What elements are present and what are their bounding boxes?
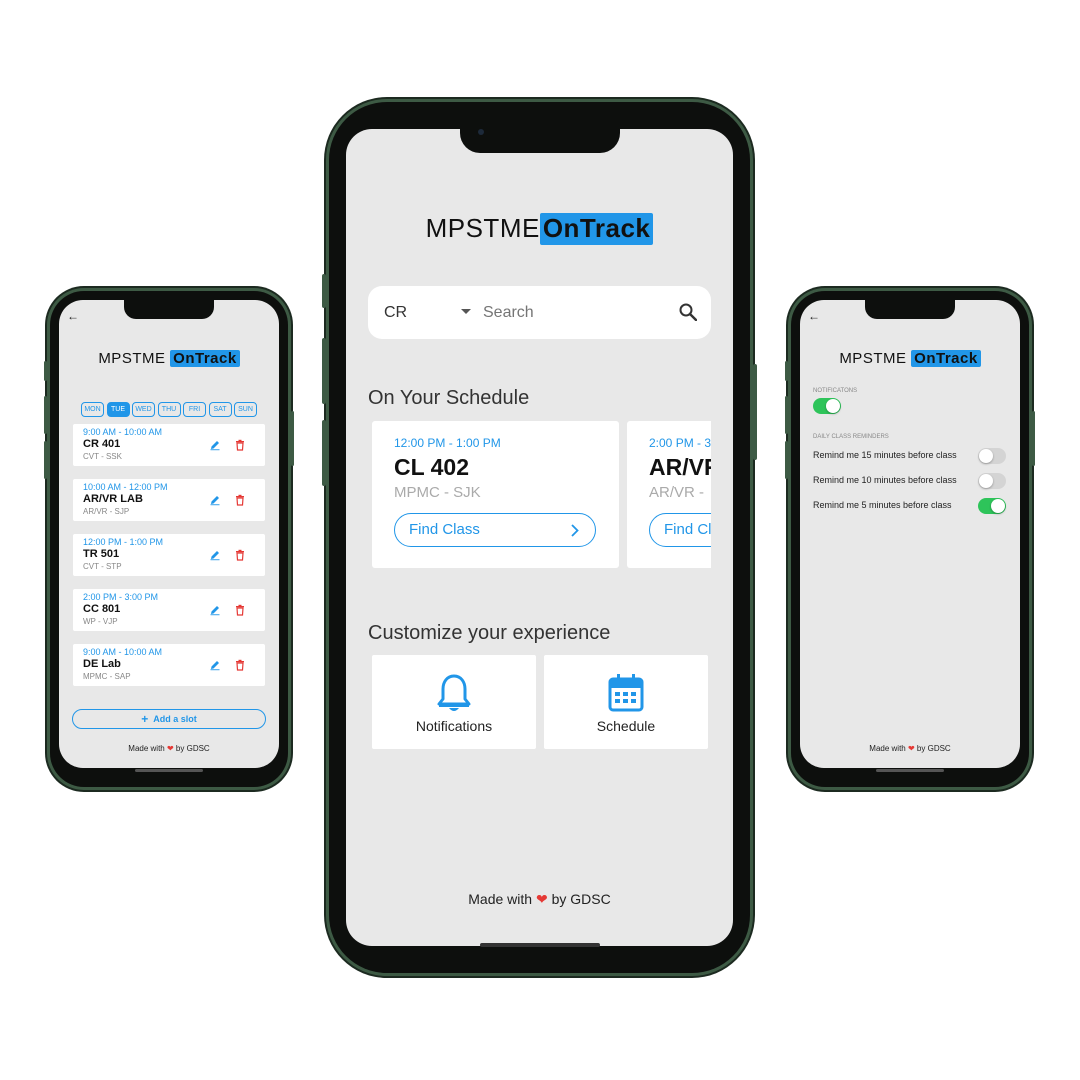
slot-time: 10:00 AM - 12:00 PM: [83, 482, 168, 492]
left-screen: ← MPSTME OnTrack MON TUE WED THU FRI SAT SUN 9…: [59, 300, 279, 768]
slot-course: DE Lab: [83, 658, 121, 670]
delete-trash-icon[interactable]: [234, 549, 246, 561]
footer-text: Made with: [468, 891, 533, 907]
logo-highlight: OnTrack: [911, 350, 981, 367]
edit-pencil-icon[interactable]: [209, 659, 221, 671]
right-phone: ← MPSTME OnTrack NOTIFICATONS DAILY CLAS…: [785, 291, 1035, 787]
schedule-card[interactable]: 2:00 PM - 3 AR/VR AR/VR - Find Cl: [627, 421, 711, 568]
bell-icon: [437, 674, 471, 711]
schedule-time: 2:00 PM - 3: [649, 436, 711, 450]
logo-prefix: MPSTME: [839, 350, 907, 367]
slot-card[interactable]: 12:00 PM - 1:00 PM TR 501 CVT - STP: [73, 534, 265, 576]
slot-card[interactable]: 9:00 AM - 10:00 AM CR 401 CVT - SSK: [73, 424, 265, 466]
back-arrow-icon[interactable]: ←: [808, 309, 820, 323]
main-phone: MPSTMEOnTrack CR On Your Schedule 12:00 …: [322, 102, 757, 973]
reminder-label: Remind me 10 minutes before class: [813, 475, 957, 485]
notifications-label: NOTIFICATONS: [813, 388, 858, 394]
schedule-card[interactable]: 12:00 PM - 1:00 PM CL 402 MPMC - SJK Find C…: [372, 421, 619, 568]
day-pill-sat[interactable]: SAT: [208, 402, 232, 417]
find-class-label: Find Cl: [664, 521, 711, 538]
calendar-icon: [608, 674, 644, 712]
reminder-label: Remind me 5 minutes before class: [813, 500, 952, 510]
slot-room: AR/VR - SJP: [83, 507, 130, 516]
footer-text-end: by GDSC: [551, 891, 611, 907]
footer-text-end: by GDSC: [175, 744, 210, 753]
app-logo: MPSTME OnTrack: [59, 350, 279, 367]
edit-pencil-icon[interactable]: [209, 439, 221, 451]
slot-room: CVT - STP: [83, 562, 122, 571]
day-pill-mon[interactable]: MON: [81, 402, 104, 417]
app-logo: MPSTME OnTrack: [800, 350, 1020, 367]
footer: Made with ❤ by GDSC: [800, 744, 1020, 753]
slot-course: TR 501: [83, 548, 120, 560]
day-pill-fri[interactable]: FRI: [183, 402, 206, 417]
reminder-toggle[interactable]: [978, 473, 1006, 489]
slot-room: WP - VJP: [83, 617, 118, 626]
schedule-tile[interactable]: Schedule: [544, 655, 708, 749]
edit-pencil-icon[interactable]: [209, 604, 221, 616]
heart-icon: ❤: [166, 744, 174, 753]
back-arrow-icon[interactable]: ←: [67, 309, 79, 323]
slot-room: CVT - SSK: [83, 452, 122, 461]
reminder-toggle[interactable]: [978, 498, 1006, 514]
delete-trash-icon[interactable]: [234, 494, 246, 506]
footer-text: Made with: [869, 744, 906, 753]
schedule-room: MPMC - SJK: [394, 484, 481, 501]
slot-time: 9:00 AM - 10:00 AM: [83, 647, 163, 657]
schedule-course: AR/VR: [649, 454, 711, 480]
notifications-toggle[interactable]: [813, 398, 841, 414]
slot-card[interactable]: 9:00 AM - 10:00 AM DE Lab MPMC - SAP: [73, 644, 265, 686]
slot-room: MPMC - SAP: [83, 672, 131, 681]
schedule-room: AR/VR -: [649, 484, 705, 501]
find-class-label: Find Class: [409, 521, 480, 538]
reminder-toggle[interactable]: [978, 448, 1006, 464]
delete-trash-icon[interactable]: [234, 659, 246, 671]
logo-prefix: MPSTME: [98, 350, 166, 367]
delete-trash-icon[interactable]: [234, 439, 246, 451]
delete-trash-icon[interactable]: [234, 604, 246, 616]
schedule-time: 12:00 PM - 1:00 PM: [394, 436, 501, 450]
heart-icon: ❤: [907, 744, 915, 753]
slot-card[interactable]: 2:00 PM - 3:00 PM CC 801 WP - VJP: [73, 589, 265, 631]
logo-highlight: OnTrack: [170, 350, 240, 367]
schedule-tile-label: Schedule: [596, 718, 656, 734]
schedule-course: CL 402: [394, 454, 470, 480]
day-pill-wed[interactable]: WED: [132, 402, 155, 417]
notifications-tile-label: Notifications: [415, 718, 493, 734]
left-phone: ← MPSTME OnTrack MON TUE WED THU FRI SAT SUN 9…: [44, 291, 294, 787]
customize-heading: Customize your experience: [368, 622, 611, 644]
slot-time: 12:00 PM - 1:00 PM: [83, 537, 164, 547]
slot-course: AR/VR LAB: [83, 493, 143, 505]
edit-pencil-icon[interactable]: [209, 494, 221, 506]
chevron-right-icon: [571, 524, 579, 537]
footer: Made with ❤ by GDSC: [346, 891, 733, 908]
heart-icon: ❤: [535, 891, 548, 907]
main-screen: MPSTMEOnTrack CR On Your Schedule 12:00 …: [346, 129, 733, 946]
footer-text-end: by GDSC: [916, 744, 951, 753]
day-pill-thu[interactable]: THU: [157, 402, 181, 417]
day-selector: MON TUE WED THU FRI SAT SUN: [81, 402, 257, 417]
plus-icon: +: [141, 712, 149, 726]
find-class-button[interactable]: Find Class: [394, 513, 596, 547]
reminders-label: DAILY CLASS REMINDERS: [813, 434, 889, 440]
add-slot-label: Add a slot: [153, 714, 197, 724]
mockup-stage: ← MPSTME OnTrack MON TUE WED THU FRI SAT SUN 9…: [0, 0, 1080, 1080]
slot-time: 2:00 PM - 3:00 PM: [83, 592, 159, 602]
notifications-tile[interactable]: Notifications: [372, 655, 536, 749]
right-screen: ← MPSTME OnTrack NOTIFICATONS DAILY CLAS…: [800, 300, 1020, 768]
slot-card[interactable]: 10:00 AM - 12:00 PM AR/VR LAB AR/VR - SJP: [73, 479, 265, 521]
footer: Made with ❤ by GDSC: [59, 744, 279, 753]
footer-text: Made with: [128, 744, 165, 753]
edit-pencil-icon[interactable]: [209, 549, 221, 561]
reminder-label: Remind me 15 minutes before class: [813, 450, 957, 460]
slot-time: 9:00 AM - 10:00 AM: [83, 427, 163, 437]
add-slot-button[interactable]: + Add a slot: [72, 709, 266, 729]
slot-course: CR 401: [83, 438, 121, 450]
schedule-carousel[interactable]: 12:00 PM - 1:00 PM CL 402 MPMC - SJK Find C…: [346, 129, 711, 946]
day-pill-sun[interactable]: SUN: [234, 402, 257, 417]
slot-course: CC 801: [83, 603, 121, 615]
find-class-button[interactable]: Find Cl: [649, 513, 711, 547]
day-pill-tue[interactable]: TUE: [106, 402, 130, 417]
